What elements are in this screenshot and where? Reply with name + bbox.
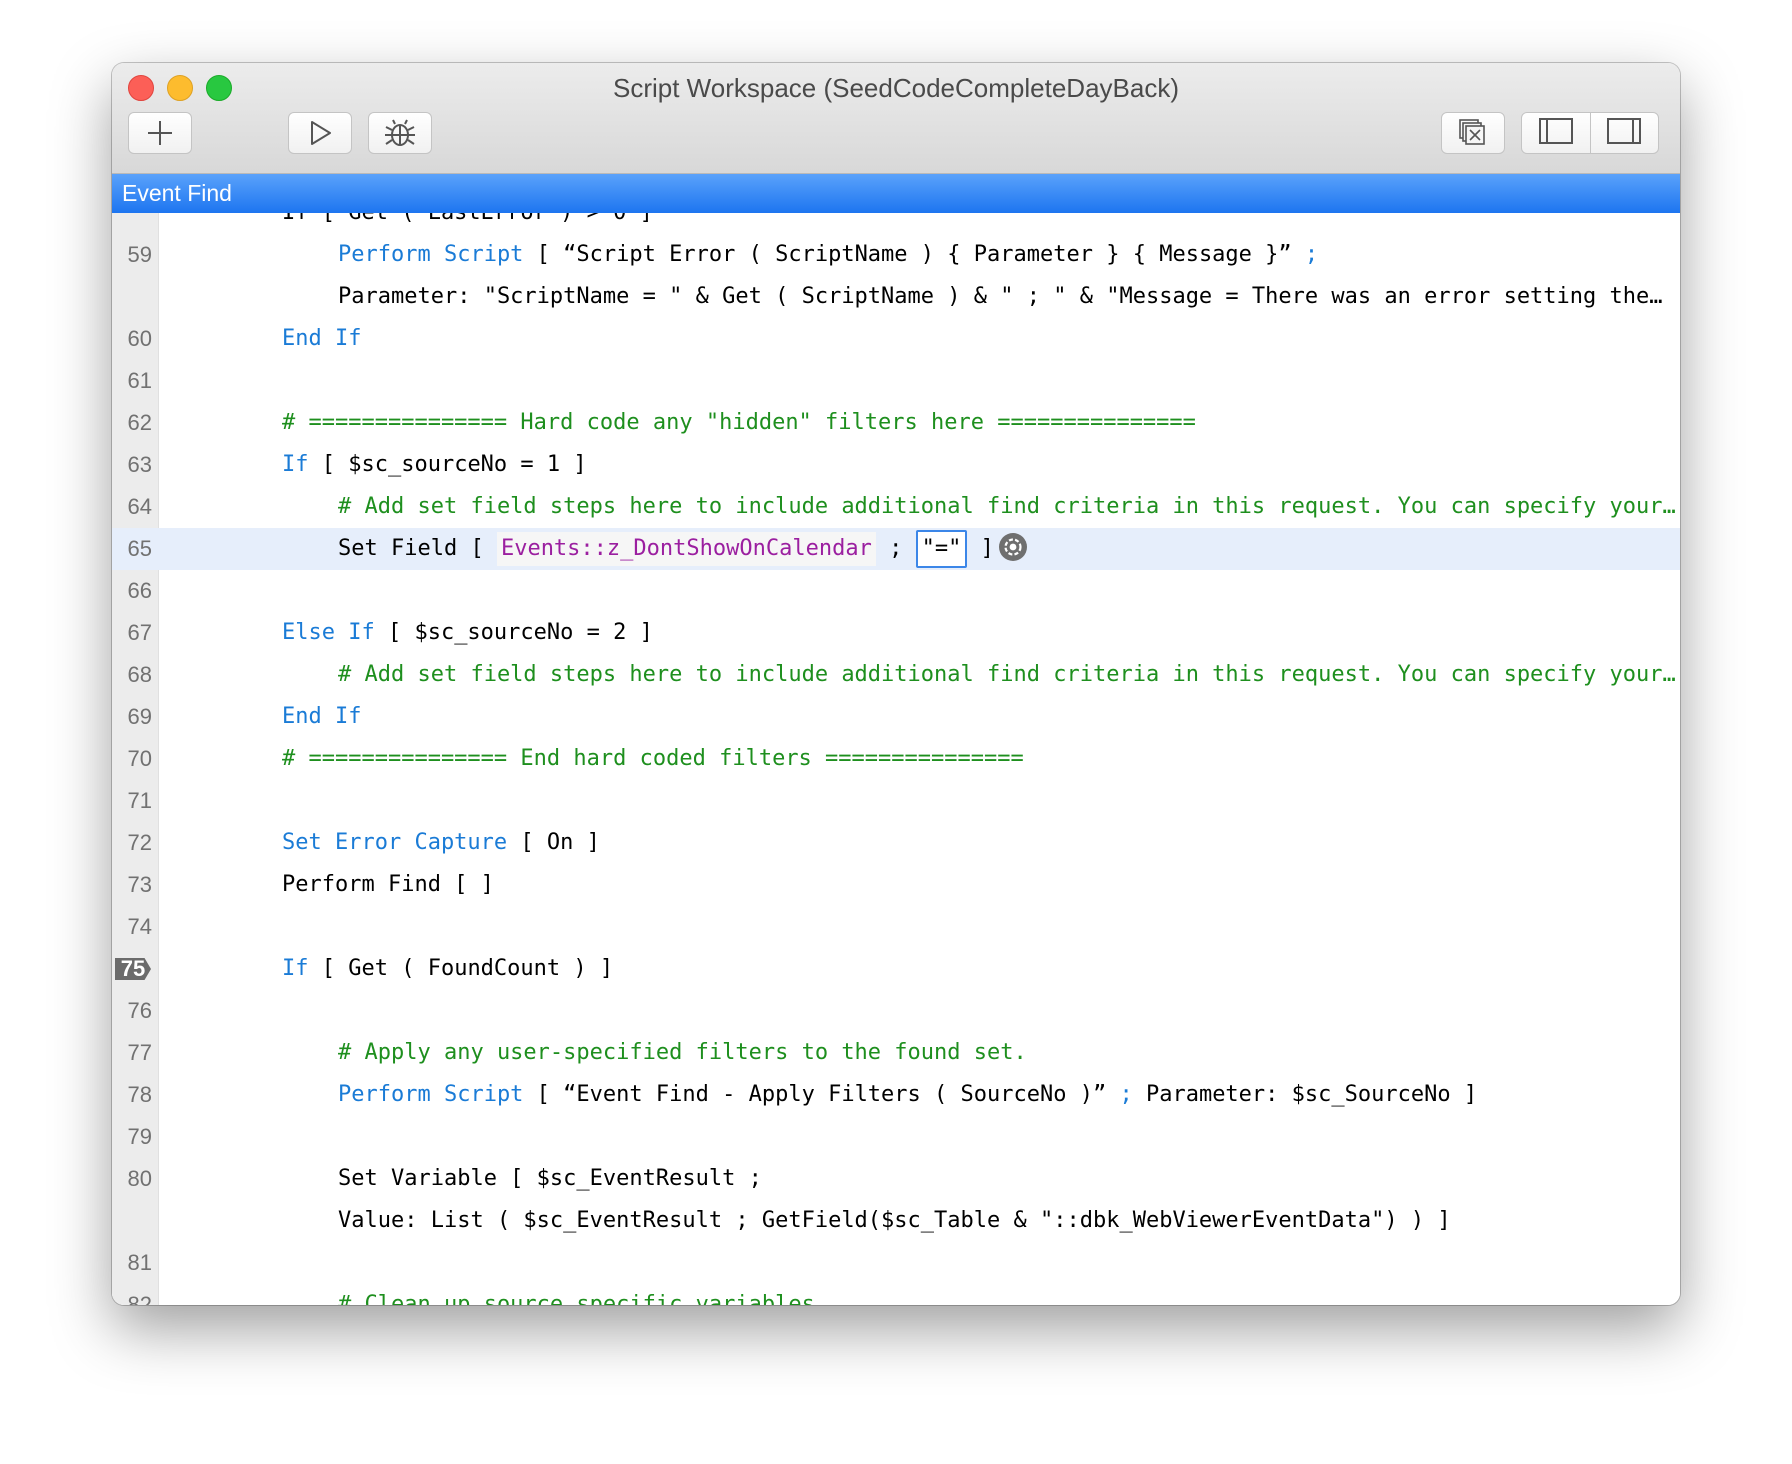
script-step[interactable]: 76 <box>112 990 1680 1032</box>
step-text: Set Error Capture [ On ] <box>282 830 600 855</box>
comment-text: # =============== End hard coded filters… <box>282 746 1024 771</box>
script-step[interactable]: 78 Perform Script [ “Event Find - Apply … <box>112 1074 1680 1116</box>
step-text: Set Field [ Events::z_DontShowOnCalendar… <box>338 528 1028 570</box>
title-bar: Script Workspace (SeedCodeCompleteDayBac… <box>112 63 1680 174</box>
step-text: Value: List ( $sc_EventResult ; GetField… <box>338 1208 1451 1233</box>
script-step[interactable]: 66 <box>112 570 1680 612</box>
script-tab-header[interactable]: Event Find <box>112 174 1680 213</box>
script-step[interactable]: 64 # Add set field steps here to include… <box>112 486 1680 528</box>
line-number: 73 <box>127 872 152 897</box>
script-step[interactable]: 71 <box>112 780 1680 822</box>
script-editor[interactable]: If [ Get ( LastError ) > 0 ] 59 Perform … <box>112 213 1680 1305</box>
line-number: 59 <box>127 242 152 267</box>
script-step[interactable]: 61 <box>112 360 1680 402</box>
line-number: 67 <box>127 620 152 645</box>
script-step[interactable]: 81 <box>112 1242 1680 1284</box>
line-number: 65 <box>127 536 152 561</box>
step-text: End If <box>282 704 362 729</box>
line-number: 61 <box>127 368 152 393</box>
script-step[interactable]: 75 If [ Get ( FoundCount ) ] <box>112 948 1680 990</box>
plus-icon <box>145 118 175 148</box>
script-step[interactable]: 70 # =============== End hard coded filt… <box>112 738 1680 780</box>
line-number: 72 <box>127 830 152 855</box>
comment-text: # Clean up source specific variables <box>338 1292 815 1305</box>
line-number: 63 <box>127 452 152 477</box>
bug-icon <box>383 118 417 148</box>
script-step[interactable]: 67 Else If [ $sc_sourceNo = 2 ] <box>112 612 1680 654</box>
script-step[interactable]: 69 End If <box>112 696 1680 738</box>
step-text: End If <box>282 326 362 351</box>
panel-toggle-group <box>1521 112 1659 154</box>
script-step-continuation[interactable]: Value: List ( $sc_EventResult ; GetField… <box>112 1200 1680 1242</box>
line-number: 77 <box>127 1040 152 1065</box>
script-step[interactable]: 77 # Apply any user-specified filters to… <box>112 1032 1680 1074</box>
script-step-continuation[interactable]: Parameter: "ScriptName = " & Get ( Scrip… <box>112 276 1680 318</box>
script-step-selected[interactable]: 65 Set Field [ Events::z_DontShowOnCalen… <box>112 528 1680 570</box>
script-step[interactable]: 72 Set Error Capture [ On ] <box>112 822 1680 864</box>
comment-text: # Apply any user-specified filters to th… <box>338 1040 1027 1065</box>
breakpoint-marker[interactable]: 75 <box>115 958 151 980</box>
comment-text: # =============== Hard code any "hidden"… <box>282 410 1196 435</box>
line-number: 71 <box>127 788 152 813</box>
script-step[interactable]: 79 <box>112 1116 1680 1158</box>
line-number: 70 <box>127 746 152 771</box>
script-step[interactable]: 73 Perform Find [ ] <box>112 864 1680 906</box>
left-sidebar-icon <box>1538 117 1574 150</box>
gear-icon[interactable] <box>998 532 1028 562</box>
line-number: 82 <box>127 1292 152 1305</box>
line-number: 74 <box>127 914 152 939</box>
script-step[interactable]: If [ Get ( LastError ) > 0 ] <box>112 213 1680 234</box>
line-number: 60 <box>127 326 152 351</box>
line-number: 66 <box>127 578 152 603</box>
comment-text: # Add set field steps here to include ad… <box>338 494 1676 519</box>
line-number: 81 <box>127 1250 152 1275</box>
script-workspace-window: Script Workspace (SeedCodeCompleteDayBac… <box>112 63 1680 1305</box>
comment-text: # Add set field steps here to include ad… <box>338 662 1676 687</box>
line-number: 64 <box>127 494 152 519</box>
script-step[interactable]: 59 Perform Script [ “Script Error ( Scri… <box>112 234 1680 276</box>
toggle-left-panel-button[interactable] <box>1522 113 1590 153</box>
line-number: 76 <box>127 998 152 1023</box>
step-text: Set Variable [ $sc_EventResult ; <box>338 1166 762 1191</box>
window-title: Script Workspace (SeedCodeCompleteDayBac… <box>613 73 1179 103</box>
calculation-field[interactable]: "=" <box>915 530 968 568</box>
line-number: 69 <box>127 704 152 729</box>
line-number: 80 <box>127 1166 152 1191</box>
line-number: 68 <box>127 662 152 687</box>
debug-script-button[interactable] <box>368 112 432 154</box>
step-text: Parameter: "ScriptName = " & Get ( Scrip… <box>338 284 1663 309</box>
script-step[interactable]: 80 Set Variable [ $sc_EventResult ; <box>112 1158 1680 1200</box>
target-field-selector[interactable]: Events::z_DontShowOnCalendar <box>496 532 876 566</box>
script-step[interactable]: 82 # Clean up source specific variables <box>112 1284 1680 1305</box>
step-text: Perform Script [ “Script Error ( ScriptN… <box>338 242 1319 267</box>
step-text: If [ Get ( LastError ) > 0 ] <box>282 213 653 234</box>
script-step[interactable]: 60 End If <box>112 318 1680 360</box>
step-text: If [ $sc_sourceNo = 1 ] <box>282 452 587 477</box>
step-text: Perform Script [ “Event Find - Apply Fil… <box>338 1082 1478 1107</box>
step-text: Else If [ $sc_sourceNo = 2 ] <box>282 620 653 645</box>
script-step[interactable]: 74 <box>112 906 1680 948</box>
script-step[interactable]: 68 # Add set field steps here to include… <box>112 654 1680 696</box>
script-step[interactable]: 63 If [ $sc_sourceNo = 1 ] <box>112 444 1680 486</box>
new-script-button[interactable] <box>128 112 192 154</box>
line-number: 79 <box>127 1124 152 1149</box>
line-number: 62 <box>127 410 152 435</box>
play-icon <box>306 119 334 147</box>
step-text: Perform Find [ ] <box>282 872 494 897</box>
close-windows-icon <box>1458 118 1488 148</box>
script-step[interactable]: 62 # =============== Hard code any "hidd… <box>112 402 1680 444</box>
close-all-windows-button[interactable] <box>1441 112 1505 154</box>
run-script-button[interactable] <box>288 112 352 154</box>
right-sidebar-icon <box>1606 117 1642 150</box>
line-number: 78 <box>127 1082 152 1107</box>
step-text: If [ Get ( FoundCount ) ] <box>282 956 614 981</box>
toggle-right-panel-button[interactable] <box>1589 113 1659 153</box>
